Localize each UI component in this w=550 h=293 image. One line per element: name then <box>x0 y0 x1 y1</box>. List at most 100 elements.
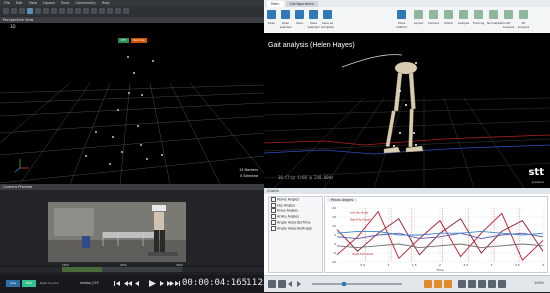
log-icon[interactable] <box>115 8 121 14</box>
open-icon[interactable] <box>267 10 276 19</box>
asset-icon[interactable] <box>51 8 57 14</box>
camera-icon[interactable] <box>429 10 438 19</box>
selected-count: 0 Selected <box>240 174 258 178</box>
tracking-icon[interactable] <box>474 10 483 19</box>
y-tick-label: 15 <box>332 215 336 219</box>
x-tick-label: 1 <box>388 263 390 267</box>
ribbon-label-save-template: Save as template <box>321 21 334 29</box>
grid-icon[interactable] <box>43 8 49 14</box>
graph-icon[interactable] <box>67 8 73 14</box>
analysis-title: Gait analysis (Helen Hayes) <box>268 42 355 49</box>
timeline-tick-2000: 2000 <box>120 264 127 267</box>
checkbox-icon[interactable] <box>271 214 276 220</box>
layout-icon[interactable] <box>27 8 33 14</box>
checkbox-icon[interactable] <box>271 208 276 214</box>
camera-video-frame[interactable] <box>48 202 186 262</box>
gait-3d-view[interactable]: Gait analysis (Helen Hayes) 30.Clip 1/60… <box>264 33 550 188</box>
timecode: 00:00:04:165 <box>182 278 248 288</box>
bottom-toolbar: 100% <box>264 275 550 292</box>
x-tick-label: 0.5 <box>360 263 365 267</box>
menu-community[interactable]: Community <box>75 1 95 5</box>
menu-view[interactable]: View <box>29 1 37 5</box>
new-icon[interactable] <box>3 8 9 14</box>
menu-layout[interactable]: Layout <box>43 1 55 5</box>
save-template-icon[interactable] <box>323 10 332 19</box>
ribbon-label-layout: Layout <box>413 21 424 25</box>
open-icon[interactable] <box>11 8 17 14</box>
layout-icon[interactable] <box>414 10 423 19</box>
ribbon-label-save: Save <box>296 21 303 25</box>
chart-tab[interactable]: Pelvis Angles <box>327 198 358 202</box>
x-tick-label: 3.5 <box>515 263 520 267</box>
timeline-tick-3000: 3000 <box>176 264 183 267</box>
transport-bar: Live Edit Data Source mkaba_019 00:00:04… <box>0 275 269 292</box>
x-axis-label: Time <box>435 268 443 272</box>
y-tick-label: 10 <box>332 224 336 228</box>
timeline-track <box>0 267 264 272</box>
help-icon[interactable] <box>123 8 129 14</box>
tree-item-velocity-angle[interactable]: Angle Velocity/Angle <box>269 225 322 232</box>
ribbon-label-save-selected: Save selected <box>307 21 320 29</box>
ribbon-label-camera: Camera <box>428 21 439 25</box>
tree-label: Angle Velocity/Time <box>277 220 311 225</box>
menu-edit[interactable]: Edit <box>16 1 23 5</box>
x-tick-label: 2 <box>439 263 441 267</box>
chart-annotation: Left Hip Angle <box>350 210 369 214</box>
gait-plot: -10 -5 0 5 10 15 20 0.5 1 1.5 2 2.5 3 3.5 4 Time Left Hi… <box>331 206 544 272</box>
open-selected-icon[interactable] <box>281 10 290 19</box>
y-tick-label: 0 <box>334 242 336 246</box>
camera-icon[interactable] <box>35 8 41 14</box>
live-button[interactable]: Live <box>6 280 20 287</box>
marker-count: 15 Markers <box>239 168 258 172</box>
playback-controls <box>112 278 180 289</box>
checkbox-icon[interactable] <box>271 225 276 231</box>
ribbon-label-open-selected: Open selected <box>279 21 292 29</box>
model-icon[interactable] <box>444 10 453 19</box>
x-tick-label: 1.5 <box>412 263 417 267</box>
settings-icon[interactable] <box>83 8 89 14</box>
x-tick-label: 3 <box>491 263 493 267</box>
tree-label: Ankle Angles <box>277 214 299 219</box>
remote-button[interactable]: Remote <box>131 38 147 43</box>
camera-video-image <box>48 202 186 262</box>
y-tick-label: 5 <box>334 233 336 237</box>
zoom-level: 100% <box>533 281 544 285</box>
ribbon-label-close-method: Close method <box>396 21 407 29</box>
edit-button[interactable]: Edit <box>22 280 36 287</box>
ribbon: Open Open selected Save Save selected Sa… <box>264 7 550 34</box>
tree-label: Hip Angles <box>277 203 296 208</box>
stt-logo-sub: systems <box>531 180 544 184</box>
calibration-icon[interactable] <box>91 8 97 14</box>
stt-logo: stt <box>528 167 544 178</box>
ribbon-label-normalization: Normalization <box>487 21 507 25</box>
tree-label: Knee Angles <box>277 208 299 213</box>
viewport-mode-label: 3D <box>10 24 16 29</box>
menu-tools[interactable]: Tools <box>61 1 70 5</box>
set-button[interactable]: SET <box>118 38 129 43</box>
save-icon[interactable] <box>19 8 25 14</box>
checkbox-icon[interactable] <box>271 197 276 202</box>
normalization-icon[interactable] <box>489 10 498 19</box>
perspective-viewport[interactable]: 3D SET Remote 15 Markers 0 Selected <box>0 23 264 184</box>
tree-label: Pelvis Angles <box>277 197 300 202</box>
analysis-3d-icon[interactable] <box>504 10 513 19</box>
analysis-icon[interactable] <box>459 10 468 19</box>
status-icon[interactable] <box>107 8 113 14</box>
menu-help[interactable]: Help <box>102 1 110 5</box>
probe-icon[interactable] <box>99 8 105 14</box>
checkbox-icon[interactable] <box>271 219 276 225</box>
save-icon[interactable] <box>295 10 304 19</box>
playback-icons <box>114 280 180 287</box>
menu-file[interactable]: File <box>4 1 10 5</box>
close-method-icon[interactable] <box>397 10 406 19</box>
analysis-3d-alt-icon[interactable] <box>519 10 528 19</box>
save-selected-icon[interactable] <box>309 10 318 19</box>
markerset-icon[interactable] <box>59 8 65 14</box>
chart-area[interactable]: Pelvis Angles -10 -5 0 5 10 15 20 0.5 1 1.5 2 2.5 3 3… <box>324 196 548 273</box>
timeline-tick-1000: 1000 <box>62 264 69 267</box>
ribbon-label-3d-analysis-2: 3D Analysis <box>517 21 530 29</box>
properties-icon[interactable] <box>75 8 81 14</box>
chart-annotation: Right foot strike <box>352 252 373 256</box>
checkbox-icon[interactable] <box>271 202 276 208</box>
timeline[interactable]: 1000 2000 3000 <box>0 264 264 275</box>
